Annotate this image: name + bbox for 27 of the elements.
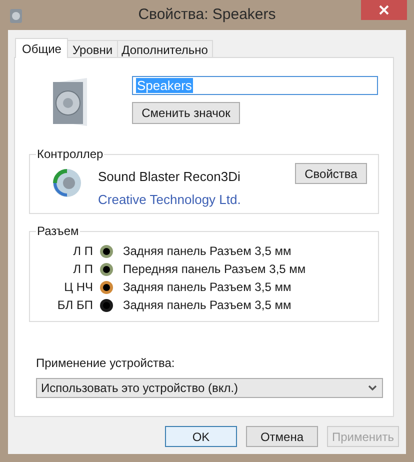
sound-card-icon: [50, 167, 84, 199]
close-icon: [379, 5, 389, 15]
channel-label: Л П: [72, 261, 93, 278]
jack-description: Передняя панель Разъем 3,5 мм: [123, 261, 306, 278]
dropdown-value: Использовать это устройство (вкл.): [41, 380, 238, 397]
channel-label: Л П: [72, 243, 93, 260]
tab[interactable]: Уровни: [67, 40, 118, 57]
jack-description: Задняя панель Разъем 3,5 мм: [123, 279, 292, 296]
jack-description: Задняя панель Разъем 3,5 мм: [123, 297, 292, 314]
field-label: Применение устройства:: [36, 355, 176, 372]
field-value: Speakers: [136, 78, 193, 93]
controller-name: Sound Blaster Recon3Di: [98, 168, 241, 186]
window-title: Свойства: Speakers: [138, 4, 276, 25]
channel-label: БЛ БП: [56, 297, 93, 314]
tab[interactable]: Общие: [15, 38, 68, 58]
tab[interactable]: Дополнительно: [116, 40, 213, 57]
properties-button[interactable]: Свойства: [295, 163, 367, 184]
vendor-link[interactable]: Creative Technology Ltd.: [98, 190, 241, 209]
jack-description: Задняя панель Разъем 3,5 мм: [123, 243, 292, 260]
speaker-icon: [9, 8, 23, 24]
change-icon-button[interactable]: Сменить значок: [132, 102, 240, 124]
device-usage-dropdown[interactable]: Использовать это устройство (вкл.): [36, 378, 383, 398]
channel-label: Ц НЧ: [63, 279, 93, 296]
close-button[interactable]: [361, 0, 407, 20]
chevron-down-icon: [368, 385, 377, 391]
dialog-button[interactable]: Отмена: [246, 426, 318, 447]
dialog-button[interactable]: OK: [165, 426, 237, 447]
